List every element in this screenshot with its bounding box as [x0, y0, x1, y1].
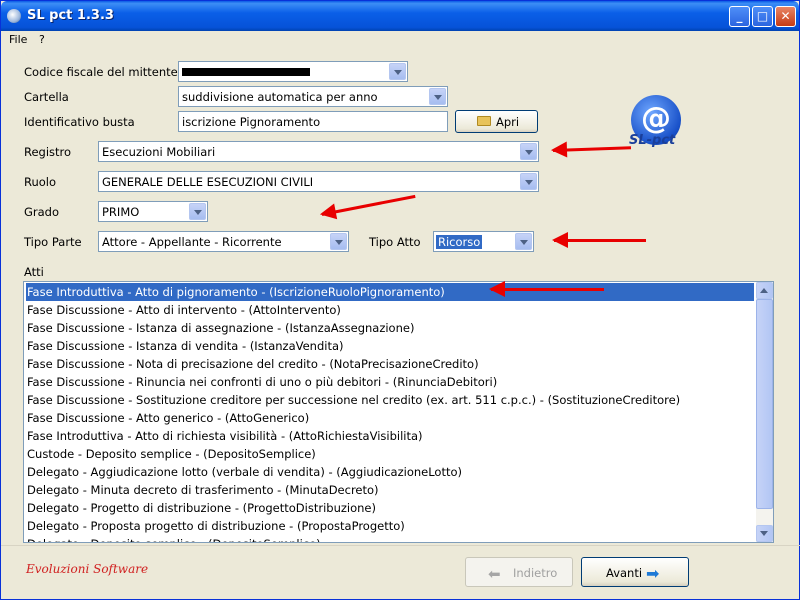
arrow-right-icon: ➡ — [646, 564, 660, 583]
list-item[interactable]: Fase Introduttiva - Atto di richiesta vi… — [26, 427, 754, 445]
arrow-left-icon: ⬅ — [488, 565, 501, 583]
grado-label: Grado — [24, 205, 60, 219]
chevron-down-icon[interactable] — [429, 88, 446, 105]
chevron-down-icon[interactable] — [515, 233, 532, 250]
scroll-thumb[interactable] — [756, 299, 773, 509]
tipo-atto-value: Ricorso — [436, 235, 483, 249]
tipo-parte-value: Attore - Appellante - Ricorrente — [102, 235, 282, 249]
tipo-parte-select[interactable]: Attore - Appellante - Ricorrente — [98, 231, 349, 252]
list-item[interactable]: Fase Discussione - Nota di precisazione … — [26, 355, 754, 373]
cartella-label: Cartella — [24, 90, 69, 104]
registro-value: Esecuzioni Mobiliari — [102, 145, 216, 159]
list-item[interactable]: Delegato - Deposito semplice - (Deposito… — [26, 535, 754, 542]
chevron-down-icon[interactable] — [330, 233, 347, 250]
redaction-mark — [182, 68, 310, 76]
list-item[interactable]: Delegato - Progetto di distribuzione - (… — [26, 499, 754, 517]
chevron-down-icon[interactable] — [189, 203, 206, 220]
grado-select[interactable]: PRIMO — [98, 201, 208, 222]
scroll-up-button[interactable] — [756, 282, 773, 299]
menu-file[interactable]: File — [9, 33, 27, 46]
list-item[interactable]: Fase Introduttiva - Atto di pignoramento… — [26, 283, 754, 301]
back-label: Indietro — [513, 566, 558, 580]
list-item[interactable]: Delegato - Aggiudicazione lotto (verbale… — [26, 463, 754, 481]
list-item[interactable]: Fase Discussione - Istanza di vendita - … — [26, 337, 754, 355]
atti-label: Atti — [24, 265, 44, 279]
apri-button[interactable]: Apri — [455, 110, 538, 133]
next-button[interactable]: Avanti ➡ — [581, 557, 689, 587]
main-window: SL pct 1.3.3 _ □ ✕ File ? Codice fiscale… — [0, 0, 800, 600]
ruolo-label: Ruolo — [24, 175, 57, 189]
footer-separator — [1, 545, 800, 546]
codice-fiscale-select[interactable] — [178, 61, 408, 82]
atti-list[interactable]: Fase Introduttiva - Atto di pignoramento… — [23, 281, 774, 543]
apri-label: Apri — [496, 115, 520, 129]
chevron-up-icon — [760, 288, 768, 293]
scroll-down-button[interactable] — [756, 525, 773, 542]
list-item[interactable]: Fase Discussione - Istanza di assegnazio… — [26, 319, 754, 337]
logo-text: SL-pct — [629, 133, 676, 148]
tipo-atto-label: Tipo Atto — [369, 235, 421, 249]
registro-label: Registro — [24, 145, 72, 159]
close-button[interactable]: ✕ — [775, 6, 796, 27]
folder-icon — [477, 116, 491, 126]
registro-select[interactable]: Esecuzioni Mobiliari — [98, 141, 539, 162]
sl-pct-logo: @ SL-pct — [629, 93, 685, 149]
busta-label: Identificativo busta — [24, 115, 135, 129]
annotation-arrow — [321, 194, 416, 216]
tipo-parte-label: Tipo Parte — [24, 235, 82, 249]
list-item[interactable]: Fase Discussione - Atto generico - (Atto… — [26, 409, 754, 427]
list-item[interactable]: Fase Discussione - Rinuncia nei confront… — [26, 373, 754, 391]
busta-input[interactable]: iscrizione Pignoramento — [178, 111, 448, 132]
list-item[interactable]: Delegato - Proposta progetto di distribu… — [26, 517, 754, 535]
maximize-button[interactable]: □ — [752, 6, 773, 27]
menu-help[interactable]: ? — [39, 33, 45, 46]
next-label: Avanti — [606, 566, 643, 580]
brand-logo: Evoluzioni Software — [26, 562, 149, 576]
title-bar[interactable]: SL pct 1.3.3 _ □ ✕ — [1, 1, 799, 31]
annotation-arrow — [552, 232, 646, 248]
annotation-arrow — [489, 281, 604, 297]
busta-value: iscrizione Pignoramento — [182, 115, 321, 129]
cartella-value: suddivisione automatica per anno — [182, 90, 378, 104]
ruolo-select[interactable]: GENERALE DELLE ESECUZIONI CIVILI — [98, 171, 539, 192]
list-item[interactable]: Delegato - Minuta decreto di trasferimen… — [26, 481, 754, 499]
minimize-button[interactable]: _ — [729, 6, 750, 27]
list-item[interactable]: Custode - Deposito semplice - (DepositoS… — [26, 445, 754, 463]
codice-fiscale-label: Codice fiscale del mittente — [24, 65, 178, 79]
app-icon — [7, 9, 21, 23]
tipo-atto-select[interactable]: Ricorso — [433, 231, 534, 252]
atti-scrollbar[interactable] — [756, 282, 773, 542]
list-item[interactable]: Fase Discussione - Sostituzione creditor… — [26, 391, 754, 409]
back-button[interactable]: ⬅ Indietro — [465, 557, 573, 587]
chevron-down-icon[interactable] — [520, 173, 537, 190]
chevron-down-icon[interactable] — [520, 143, 537, 160]
chevron-down-icon[interactable] — [389, 63, 406, 80]
cartella-select[interactable]: suddivisione automatica per anno — [178, 86, 448, 107]
menu-bar: File ? — [2, 31, 799, 49]
annotation-arrow — [552, 146, 632, 152]
list-item[interactable]: Fase Discussione - Atto di intervento - … — [26, 301, 754, 319]
ruolo-value: GENERALE DELLE ESECUZIONI CIVILI — [102, 175, 314, 189]
chevron-down-icon — [760, 531, 768, 536]
window-title: SL pct 1.3.3 — [27, 8, 114, 23]
grado-value: PRIMO — [102, 205, 140, 219]
